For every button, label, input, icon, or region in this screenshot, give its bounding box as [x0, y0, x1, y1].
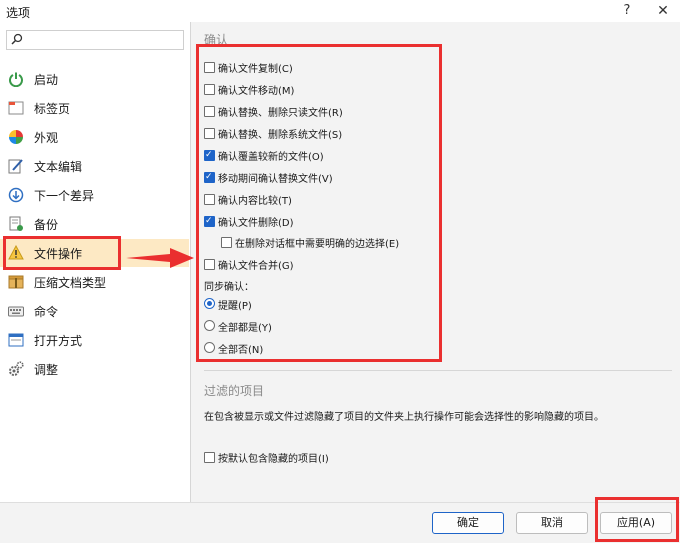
- search-input[interactable]: [6, 30, 184, 50]
- sidebar-item-label: 外观: [34, 131, 59, 145]
- sidebar-item-tweaks[interactable]: 调整: [0, 355, 189, 383]
- sidebar-item-archive-types[interactable]: 压缩文档类型: [0, 268, 189, 296]
- dialog-footer: 确定 取消 应用(A): [0, 502, 680, 543]
- search-icon: [11, 33, 23, 45]
- sidebar-item-label: 文本编辑: [34, 160, 83, 174]
- sidebar-item-commands[interactable]: 命令: [0, 297, 189, 325]
- annotation-box-apply: [595, 497, 679, 542]
- help-button[interactable]: ?: [612, 1, 642, 21]
- close-button[interactable]: ✕: [648, 1, 678, 21]
- sidebar-item-label: 调整: [34, 363, 59, 377]
- sidebar-item-backup[interactable]: 备份: [0, 210, 189, 238]
- annotation-box-confirm-options: [196, 44, 442, 362]
- filter-description: 在包含被显示或文件过滤隐藏了项目的文件夹上执行操作可能会选择性的影响隐藏的项目。: [204, 412, 604, 423]
- sidebar-item-label: 备份: [34, 218, 59, 232]
- annotation-box-file-operations: [3, 236, 121, 270]
- checkbox[interactable]: [204, 452, 215, 463]
- sidebar-item-tabs[interactable]: 标签页: [0, 94, 189, 122]
- tabs-icon: [8, 101, 24, 115]
- title-bar: 选项 ? ✕: [0, 0, 680, 22]
- edit-icon: [8, 159, 23, 174]
- window-icon: [8, 333, 24, 347]
- sidebar-item-startup[interactable]: 启动: [0, 65, 189, 93]
- power-icon: [9, 72, 23, 87]
- sidebar-item-next-diff[interactable]: 下一个差异: [0, 181, 189, 209]
- sidebar-item-appearance[interactable]: 外观: [0, 123, 189, 151]
- window-title: 选项: [6, 6, 31, 20]
- ok-button[interactable]: 确定: [432, 512, 504, 534]
- option-label: 按默认包含隐藏的项目(I): [218, 454, 329, 465]
- gears-icon: [9, 361, 24, 376]
- archive-icon: [8, 275, 24, 289]
- section-title-filtered-items: 过滤的项目: [204, 384, 265, 398]
- backup-icon: [9, 216, 23, 231]
- sidebar-item-text-edit[interactable]: 文本编辑: [0, 152, 189, 180]
- palette-icon: [9, 130, 23, 144]
- sidebar-item-open-with[interactable]: 打开方式: [0, 326, 189, 354]
- keyboard-icon: [8, 306, 24, 317]
- sidebar-item-label: 下一个差异: [34, 189, 95, 203]
- sidebar-item-label: 命令: [34, 305, 59, 319]
- sidebar-item-label: 压缩文档类型: [34, 276, 107, 290]
- cancel-button[interactable]: 取消: [516, 512, 588, 534]
- sidebar-item-label: 打开方式: [34, 334, 83, 348]
- section-divider: [204, 370, 672, 371]
- arrow-down-icon: [8, 187, 24, 203]
- sidebar-item-label: 启动: [34, 73, 59, 87]
- annotation-arrow: [126, 248, 194, 268]
- sidebar-item-label: 标签页: [34, 102, 71, 116]
